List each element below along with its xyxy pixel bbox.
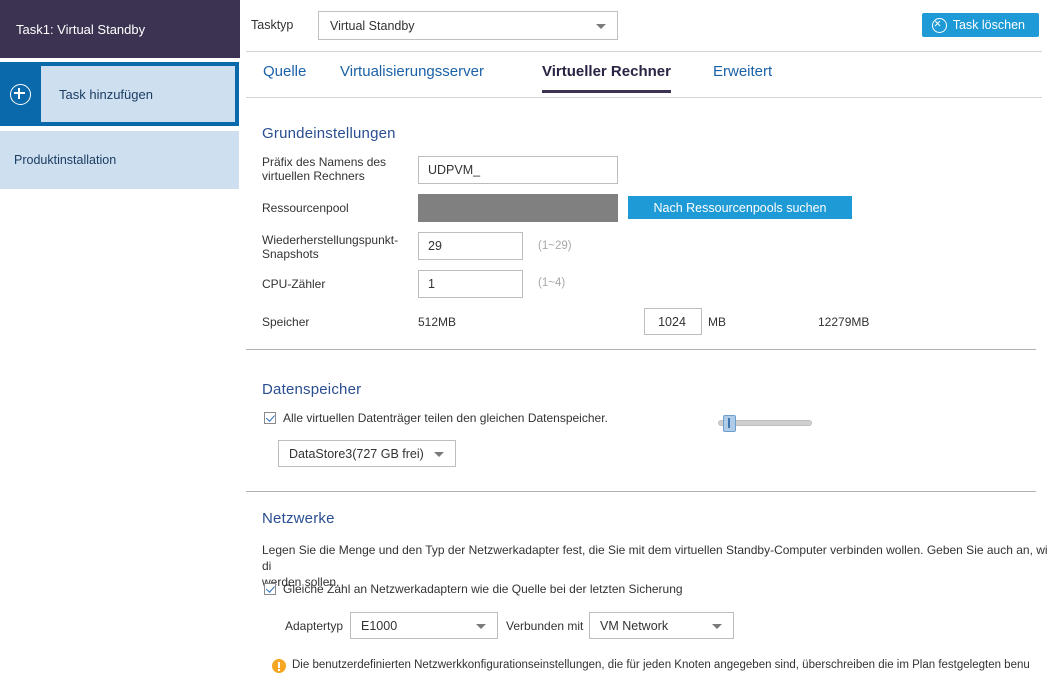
- datastore-select[interactable]: DataStore3(727 GB frei): [278, 440, 456, 467]
- topbar: Tasktyp Virtual Standby Task löschen: [240, 0, 1047, 52]
- tasktype-select[interactable]: Virtual Standby: [318, 11, 618, 40]
- label-connected-to: Verbunden mit: [506, 619, 584, 633]
- section-title-datastore: Datenspeicher: [262, 381, 362, 398]
- label-resource-pool: Ressourcenpool: [262, 201, 349, 215]
- tab-virtualisierungsserver[interactable]: Virtualisierungsserver: [340, 63, 484, 90]
- datastore-share-checkbox-row[interactable]: Alle virtuellen Datenträger teilen den g…: [264, 411, 608, 425]
- add-task-icon-cell: [0, 62, 40, 126]
- networks-warning-text: Die benutzerdefinierten Netzwerkkonfigur…: [292, 659, 1030, 671]
- networks-same-count-checkbox-row[interactable]: Gleiche Zahl an Netzwerkadaptern wie die…: [264, 582, 683, 596]
- hint-recovery-snapshots: (1~29): [538, 240, 572, 252]
- delete-task-button[interactable]: Task löschen: [921, 13, 1039, 37]
- networks-same-count-label: Gleiche Zahl an Netzwerkadaptern wie die…: [283, 582, 683, 596]
- chevron-down-icon: [596, 23, 606, 29]
- resource-pool-input-disabled: [418, 194, 618, 222]
- content-area: Grundeinstellungen Präfix des Namens des…: [240, 100, 1047, 695]
- label-name-prefix: Präfix des Namens des virtuellen Rechner…: [262, 155, 387, 183]
- label-memory: Speicher: [262, 315, 310, 329]
- tasktype-selected-value: Virtual Standby: [330, 19, 415, 33]
- sidebar-item-add-task[interactable]: Task hinzufügen: [0, 62, 239, 126]
- tab-bar: Quelle Virtualisierungsserver Virtueller…: [246, 63, 1042, 97]
- cpu-count-input[interactable]: [418, 270, 523, 298]
- close-circle-icon: [931, 17, 947, 33]
- plus-circle-icon: [9, 83, 31, 105]
- adapter-type-value: E1000: [361, 618, 398, 633]
- tab-bar-divider: [246, 97, 1042, 98]
- connected-to-value: VM Network: [600, 618, 669, 633]
- hint-cpu-count: (1~4): [538, 277, 566, 289]
- adapter-type-select[interactable]: E1000: [350, 612, 498, 639]
- divider-datastore-networks: [246, 491, 1036, 492]
- sidebar: Task1: Virtual Standby Task hinzufügen P…: [0, 0, 240, 695]
- label-recovery-snapshots: Wiederherstellungspunkt-Snapshots: [262, 233, 399, 261]
- warning-icon: [272, 659, 286, 673]
- label-adapter-type: Adaptertyp: [285, 619, 344, 633]
- recovery-snapshots-input[interactable]: [418, 232, 523, 260]
- sidebar-item-product-installation[interactable]: Produktinstallation: [0, 131, 239, 189]
- networks-warning: Die benutzerdefinierten Netzwerkkonfigur…: [272, 658, 1047, 673]
- memory-unit-label: MB: [708, 315, 726, 329]
- label-cpu-count: CPU-Zähler: [262, 277, 326, 291]
- tab-virtueller-rechner[interactable]: Virtueller Rechner: [542, 63, 671, 93]
- datastore-selected-value: DataStore3(727 GB frei): [289, 446, 424, 461]
- product-installation-label: Produktinstallation: [14, 153, 117, 167]
- chevron-down-icon: [476, 623, 486, 629]
- datastore-share-checkbox[interactable]: [264, 412, 276, 424]
- delete-task-label: Task löschen: [952, 18, 1025, 32]
- section-title-networks: Netzwerke: [262, 510, 335, 527]
- networks-same-count-checkbox[interactable]: [264, 583, 276, 595]
- section-title-basic-settings: Grundeinstellungen: [262, 125, 396, 142]
- add-task-label: Task hinzufügen: [40, 65, 236, 123]
- main-panel: Tasktyp Virtual Standby Task löschen Que…: [240, 0, 1047, 695]
- connected-to-select[interactable]: VM Network: [589, 612, 734, 639]
- memory-min-label: 512MB: [418, 315, 457, 329]
- chevron-down-icon: [434, 451, 444, 457]
- task-header: Task1: Virtual Standby: [0, 0, 240, 58]
- search-resource-pools-button[interactable]: Nach Ressourcenpools suchen: [628, 196, 852, 219]
- memory-slider-thumb[interactable]: [723, 415, 736, 432]
- tasktype-label: Tasktyp: [251, 18, 294, 32]
- memory-max-label: 12279MB: [818, 315, 870, 329]
- task-header-label: Task1: Virtual Standby: [16, 21, 146, 37]
- name-prefix-input[interactable]: [418, 156, 618, 184]
- chevron-down-icon: [712, 623, 722, 629]
- datastore-share-label: Alle virtuellen Datenträger teilen den g…: [283, 411, 608, 425]
- divider-basic-datastore: [246, 349, 1036, 350]
- tab-erweitert[interactable]: Erweitert: [713, 63, 772, 90]
- memory-slider[interactable]: [718, 415, 812, 432]
- tab-quelle[interactable]: Quelle: [263, 63, 306, 90]
- memory-value-input[interactable]: [644, 308, 702, 335]
- topbar-divider: [246, 51, 1042, 52]
